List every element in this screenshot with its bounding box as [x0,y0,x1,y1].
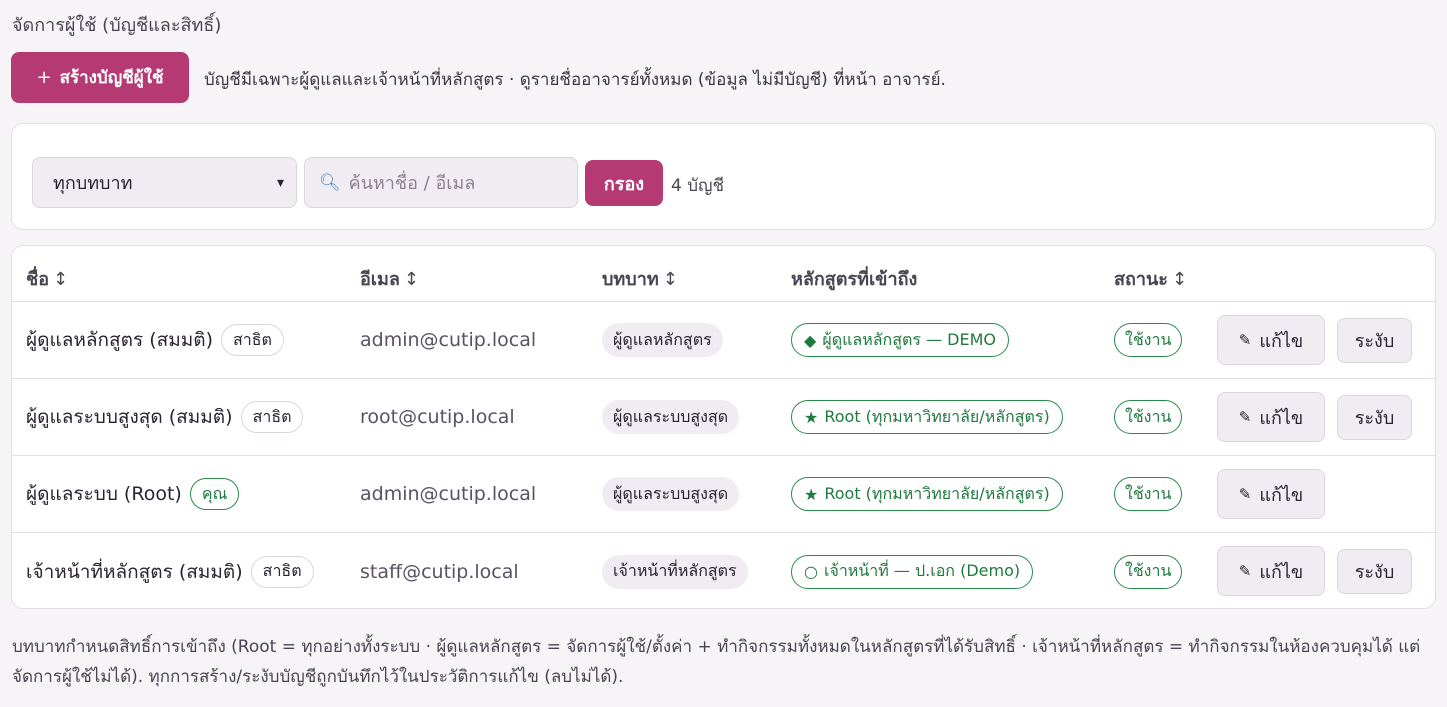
column-header-email[interactable]: อีเมล ↕ [360,264,419,293]
column-header-role-label: บทบาท [602,269,659,290]
role-badge: ผู้ดูแลระบบสูงสุด [602,400,740,434]
user-name: ผู้ดูแลระบบ (Root) [26,483,182,505]
table-header: ชื่อ ↕ อีเมล ↕ บทบาท ↕ หลักสูตรที่เข้าถึง ส… [12,246,1435,302]
role-badge: ผู้ดูแลหลักสูตร [602,323,723,357]
column-header-status-label: สถานะ [1114,269,1168,290]
user-email: root@cutip.local [360,406,515,428]
user-email: admin@cutip.local [360,329,537,351]
status-cell: ใช้งาน [1114,302,1183,378]
table-row: ผู้ดูแลหลักสูตร (สมมติ) สาธิต admin@cuti… [12,302,1435,379]
column-header-courses-label: หลักสูตรที่เข้าถึง [791,269,918,290]
demo-tag: สาธิต [240,401,304,433]
status-cell: ใช้งาน [1114,379,1183,455]
course-cell: ★ Root (ทุกมหาวิทยาลัย/หลักสูตร) [791,379,1063,455]
edit-label: แก้ไข [1259,484,1304,505]
demo-tag: สาธิต [221,324,284,356]
column-header-role[interactable]: บทบาท ↕ [602,264,678,293]
pencil-icon: ✎ [1238,563,1252,580]
user-email: admin@cutip.local [360,483,537,505]
suspend-button[interactable]: ระงับ [1337,549,1412,594]
sort-icon: ↕ [53,269,69,290]
user-name-cell: เจ้าหน้าที่หลักสูตร (สมมติ) สาธิต [26,533,314,608]
filter-panel: ทุกบทบาท ▾ 🔍︎ ค้นหาชื่อ / อีเมล กรอง 4 บ… [11,123,1436,230]
account-count: 4 บัญชี [671,176,725,196]
course-cell: ★ Root (ทุกมหาวิทยาลัย/หลักสูตร) [791,456,1063,532]
course-access-badge: ○ เจ้าหน้าที่ — ป.เอก (Demo) [791,554,1034,589]
sort-icon: ↕ [403,269,419,290]
intro-text: บัญชีมีเฉพาะผู้ดูแลและเจ้าหน้าที่หลักสูต… [204,70,946,90]
suspend-button[interactable]: ระงับ [1337,395,1412,440]
course-access-badge: ◆ ผู้ดูแลหลักสูตร — DEMO [791,323,1009,357]
user-name-cell: ผู้ดูแลระบบสูงสุด (สมมติ) สาธิต [26,379,304,455]
search-input[interactable]: 🔍︎ ค้นหาชื่อ / อีเมล [304,157,578,208]
sort-icon: ↕ [662,269,678,290]
users-table: ชื่อ ↕ อีเมล ↕ บทบาท ↕ หลักสูตรที่เข้าถึง ส… [11,245,1436,609]
course-access-label: เจ้าหน้าที่ — ป.เอก (Demo) [823,561,1021,580]
column-header-courses: หลักสูตรที่เข้าถึง [791,264,917,293]
sort-icon: ↕ [1171,269,1188,290]
table-row: เจ้าหน้าที่หลักสูตร (สมมติ) สาธิต staff@… [12,533,1435,608]
you-tag: คุณ [189,478,240,510]
suspend-button[interactable]: ระงับ [1337,318,1412,363]
table-row: ผู้ดูแลระบบสูงสุด (สมมติ) สาธิต root@cut… [12,379,1435,456]
role-cell: ผู้ดูแลหลักสูตร [602,302,723,378]
plus-icon: + [36,67,52,88]
role-help-note: บทบาทกำหนดสิทธิ์การเข้าถึง (Root = ทุกอย… [12,637,1421,687]
edit-button[interactable]: ✎ แก้ไข [1217,546,1325,596]
pencil-icon: ✎ [1238,486,1252,503]
course-access-label: Root (ทุกมหาวิทยาลัย/หลักสูตร) [824,406,1050,426]
role-badge: เจ้าหน้าที่หลักสูตร [602,554,748,589]
status-cell: ใช้งาน [1114,533,1183,608]
diamond-icon: ◆ [804,330,817,350]
user-name-cell: ผู้ดูแลระบบ (Root) คุณ [26,456,240,532]
user-name-cell: ผู้ดูแลหลักสูตร (สมมติ) สาธิต [26,302,284,378]
status-badge: ใช้งาน [1114,400,1183,434]
star-icon: ★ [804,407,819,427]
edit-button[interactable]: ✎ แก้ไข [1217,469,1325,519]
edit-label: แก้ไข [1259,330,1304,351]
circle-icon: ○ [804,562,818,581]
user-email: staff@cutip.local [360,560,519,583]
status-cell: ใช้งาน [1114,456,1183,532]
course-access-label: Root (ทุกมหาวิทยาลัย/หลักสูตร) [824,483,1050,503]
edit-button[interactable]: ✎ แก้ไข [1217,315,1325,365]
create-account-button[interactable]: + สร้างบัญชีผู้ใช้ [11,52,189,103]
column-header-name[interactable]: ชื่อ ↕ [26,264,68,293]
chevron-down-icon: ▾ [276,174,284,191]
demo-tag: สาธิต [250,555,314,588]
status-badge: ใช้งาน [1114,554,1183,589]
course-cell: ○ เจ้าหน้าที่ — ป.เอก (Demo) [791,533,1034,608]
course-cell: ◆ ผู้ดูแลหลักสูตร — DEMO [791,302,1009,378]
edit-button[interactable]: ✎ แก้ไข [1217,392,1325,442]
user-name: ผู้ดูแลหลักสูตร (สมมติ) [26,329,214,351]
column-header-name-label: ชื่อ [26,269,50,290]
role-badge: ผู้ดูแลระบบสูงสุด [602,477,740,511]
role-filter-select[interactable]: ทุกบทบาท ▾ [32,157,297,208]
create-account-label: สร้างบัญชีผู้ใช้ [59,68,164,88]
user-name: เจ้าหน้าที่หลักสูตร (สมมติ) [26,560,243,583]
role-filter-value: ทุกบทบาท [53,173,133,194]
edit-label: แก้ไข [1259,561,1304,582]
search-icon: 🔍︎ [319,172,341,193]
user-name: ผู้ดูแลระบบสูงสุด (สมมติ) [26,406,233,428]
course-access-label: ผู้ดูแลหลักสูตร — DEMO [822,329,996,349]
role-cell: เจ้าหน้าที่หลักสูตร [602,533,748,608]
filter-button[interactable]: กรอง [585,160,663,206]
edit-label: แก้ไข [1259,407,1304,428]
column-header-email-label: อีเมล [360,269,400,290]
course-access-badge: ★ Root (ทุกมหาวิทยาลัย/หลักสูตร) [791,400,1063,434]
status-badge: ใช้งาน [1114,477,1183,511]
page-title: จัดการผู้ใช้ (บัญชีและสิทธิ์) [12,15,222,36]
star-icon: ★ [804,484,819,504]
status-badge: ใช้งาน [1114,323,1183,357]
role-cell: ผู้ดูแลระบบสูงสุด [602,379,740,455]
pencil-icon: ✎ [1238,409,1252,426]
course-access-badge: ★ Root (ทุกมหาวิทยาลัย/หลักสูตร) [791,477,1063,511]
search-placeholder: ค้นหาชื่อ / อีเมล [348,173,476,194]
table-row: ผู้ดูแลระบบ (Root) คุณ admin@cutip.local… [12,456,1435,533]
pencil-icon: ✎ [1238,332,1252,349]
column-header-status[interactable]: สถานะ ↕ [1114,264,1187,293]
role-cell: ผู้ดูแลระบบสูงสุด [602,456,740,532]
